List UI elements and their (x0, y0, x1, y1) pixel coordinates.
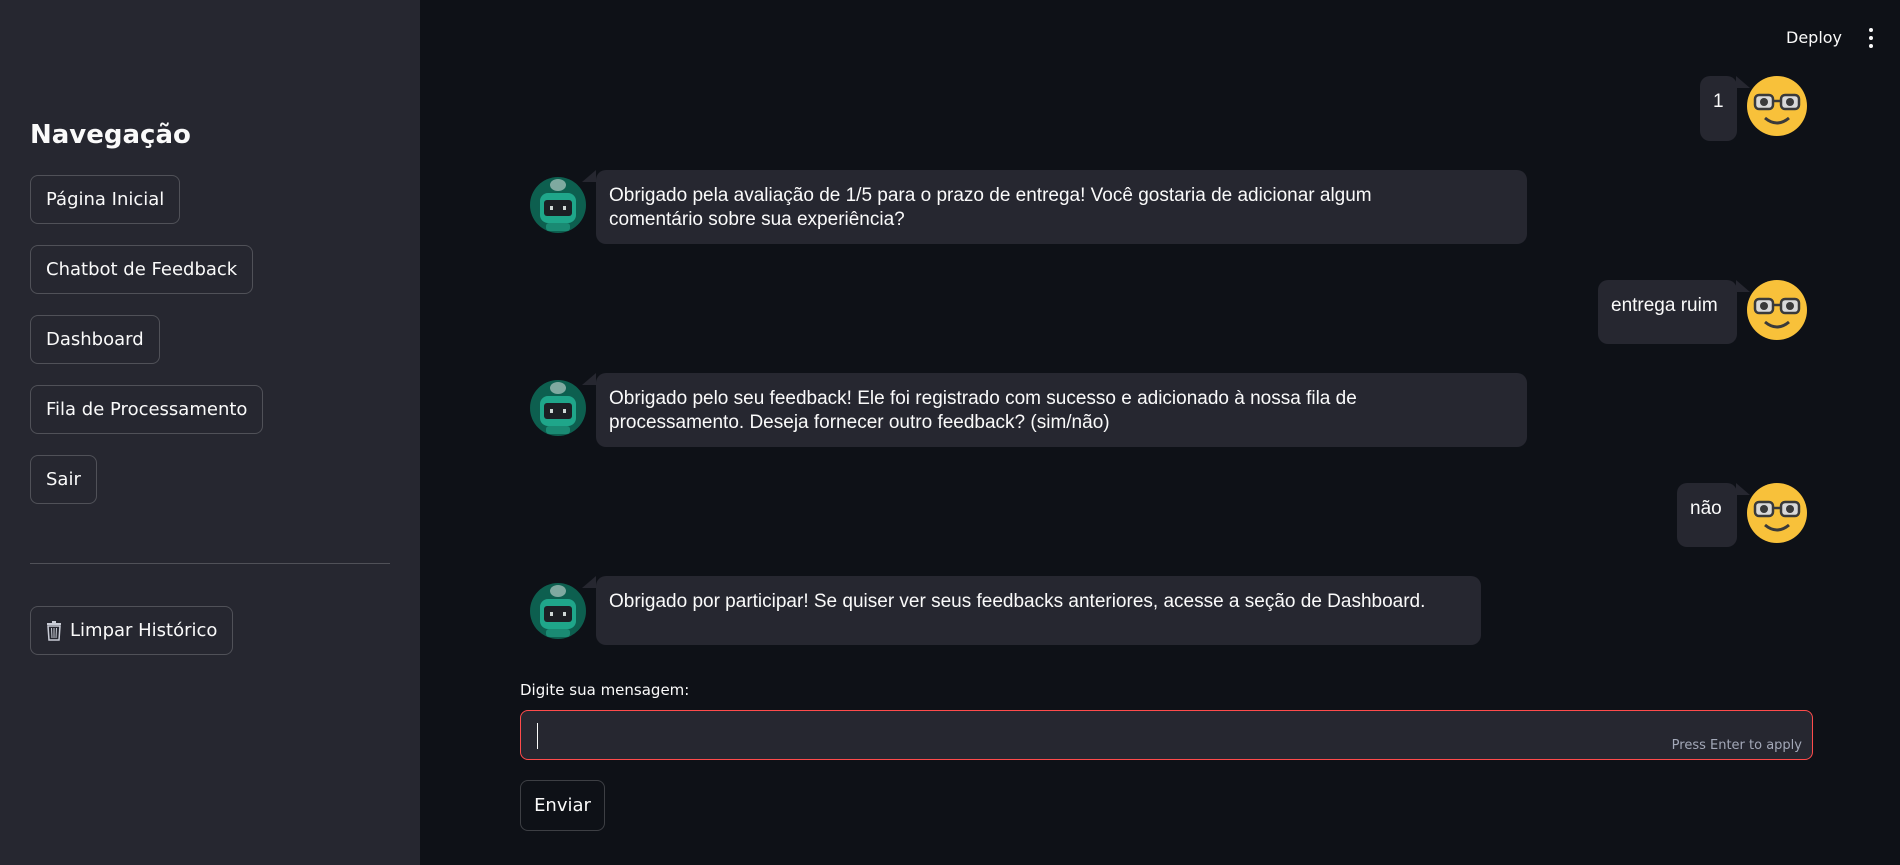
message-input-label: Digite sua mensagem: (520, 681, 690, 699)
user-message: não (1677, 483, 1737, 547)
assistant-message-line: Obrigado por participar! Se quiser ver s… (609, 591, 1426, 612)
bubble-tail (582, 576, 596, 588)
user-message-text: não (1690, 498, 1722, 519)
text-caret (537, 723, 538, 749)
assistant-message-line: processamento. Deseja fornecer outro fee… (609, 412, 1110, 433)
nerd-face-avatar (1747, 280, 1807, 340)
deploy-button[interactable]: Deploy (1786, 28, 1842, 47)
user-message-text: 1 (1713, 91, 1724, 112)
sidebar-item-pagina-inicial[interactable]: Página Inicial (30, 175, 181, 224)
assistant-message: Obrigado por participar! Se quiser ver s… (596, 576, 1481, 645)
user-message: entrega ruim (1598, 280, 1737, 344)
assistant-message: Obrigado pelo seu feedback! Ele foi regi… (596, 373, 1527, 447)
app-root: Navegação Página Inicial Chatbot de Feed… (0, 0, 1900, 865)
user-message: 1 (1700, 76, 1737, 141)
bubble-tail (582, 170, 596, 182)
nerd-face-avatar (1747, 76, 1807, 136)
assistant-message: Obrigado pela avaliação de 1/5 para o pr… (596, 170, 1527, 244)
robot-avatar (530, 380, 586, 436)
input-hint: Press Enter to apply (1671, 738, 1802, 753)
sidebar: Navegação Página Inicial Chatbot de Feed… (0, 0, 420, 865)
sidebar-divider (30, 563, 390, 564)
assistant-message-line: Obrigado pelo seu feedback! Ele foi regi… (609, 388, 1357, 409)
message-input-container: Press Enter to apply (520, 710, 1813, 760)
robot-avatar (530, 583, 586, 639)
trash-icon (46, 620, 62, 641)
bubble-tail (582, 373, 596, 385)
more-vertical-icon[interactable] (1866, 28, 1876, 50)
assistant-message-line: comentário sobre sua experiência? (609, 209, 905, 230)
sidebar-item-chatbot[interactable]: Chatbot de Feedback (30, 245, 254, 294)
sidebar-item-sair[interactable]: Sair (30, 455, 97, 504)
send-button[interactable]: Enviar (520, 780, 605, 831)
sidebar-title: Navegação (30, 120, 191, 150)
assistant-message-line: Obrigado pela avaliação de 1/5 para o pr… (609, 185, 1372, 206)
sidebar-item-fila[interactable]: Fila de Processamento (30, 385, 264, 434)
sidebar-item-dashboard[interactable]: Dashboard (30, 315, 160, 364)
clear-history-button[interactable]: Limpar Histórico (30, 606, 234, 655)
user-message-text: entrega ruim (1611, 295, 1718, 316)
nerd-face-avatar (1747, 483, 1807, 543)
robot-avatar (530, 177, 586, 233)
clear-history-label: Limpar Histórico (70, 620, 218, 641)
message-input[interactable] (521, 711, 1812, 759)
